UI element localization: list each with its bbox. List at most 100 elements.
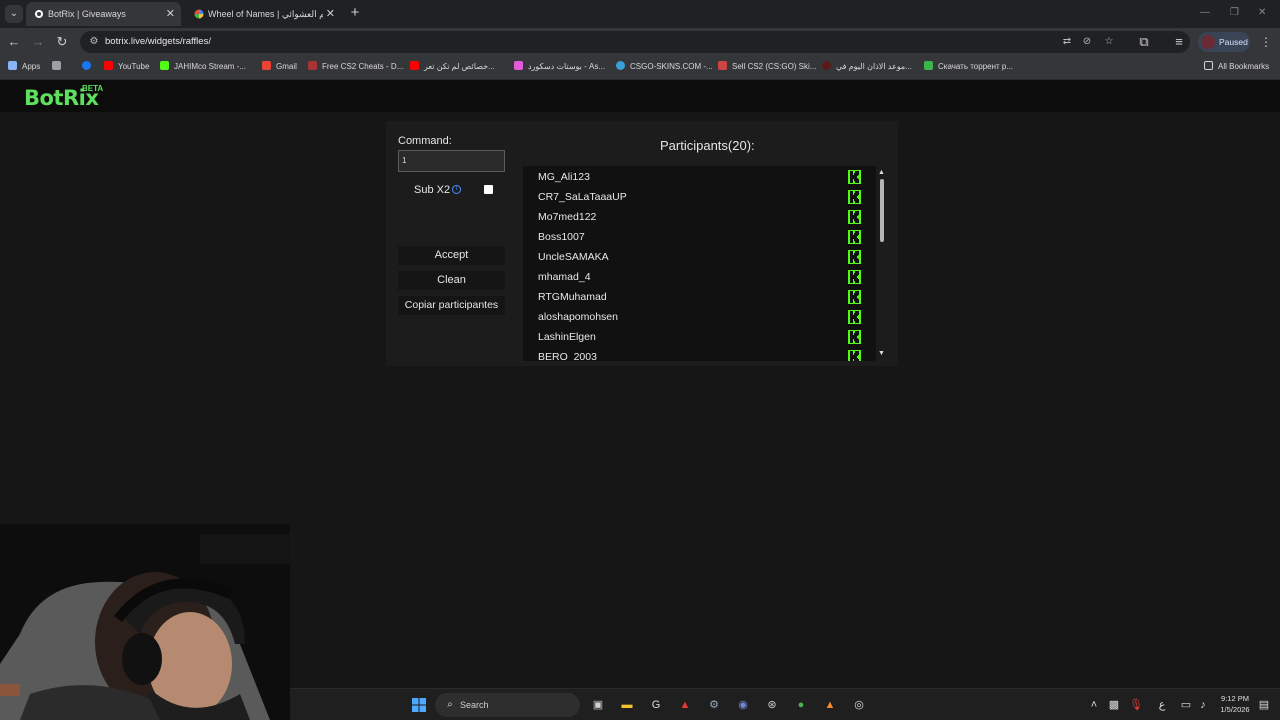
prayer-icon <box>822 61 831 70</box>
bookmark-jahimco[interactable]: JAHIMco Stream -... <box>160 56 246 80</box>
arc-app-icon[interactable]: ▲ <box>677 697 693 713</box>
participant-name: RTGMuhamad <box>538 291 607 303</box>
participant-row: RTGMuhamad <box>523 287 863 307</box>
notifications-icon[interactable]: ▤ <box>1256 697 1272 713</box>
reload-icon[interactable]: ↻ <box>54 34 70 50</box>
volume-icon[interactable]: ♪ <box>1195 697 1211 713</box>
participant-row: MG_Ali123 <box>523 167 863 187</box>
bookmark-cs2-cheats[interactable]: Free CS2 Cheats - D... <box>308 56 403 80</box>
cs2-icon[interactable]: ⊛ <box>764 697 780 713</box>
bookmark-csgo-skins[interactable]: CSGO-SKINS.COM -... <box>616 56 713 80</box>
scroll-up-arrow-icon[interactable]: ▲ <box>877 169 886 177</box>
tab-botrix[interactable]: BotRix | Giveaways ✕ <box>26 2 181 26</box>
bookmark-gmail[interactable]: Gmail <box>262 56 297 80</box>
participant-name: Boss1007 <box>538 231 585 243</box>
profile-button[interactable]: Paused <box>1198 32 1250 52</box>
bookmark-facebook[interactable] <box>82 56 96 80</box>
tab-search-button[interactable]: ⌄ <box>5 5 23 23</box>
translate-icon[interactable]: ⇄ <box>1060 35 1074 49</box>
chrome-icon[interactable]: ● <box>793 697 809 713</box>
participant-name: CR7_SaLaTaaaUP <box>538 191 627 203</box>
tab-title: BotRix | Giveaways <box>48 9 126 19</box>
back-icon[interactable]: ← <box>6 34 22 50</box>
bookmark-prayer-times[interactable]: موعد الاذان اليوم في... <box>822 56 912 80</box>
minimize-icon[interactable]: — <box>1200 7 1210 18</box>
tab-favicon-icon <box>35 10 43 18</box>
address-url[interactable]: botrix.live/widgets/raffles/ <box>105 31 211 53</box>
vlc-icon[interactable]: ▲ <box>822 697 838 713</box>
bookmark-youtube[interactable]: YouTube <box>104 56 149 80</box>
command-label: Command: <box>398 135 452 147</box>
taskbar-search[interactable]: ⌕ Search <box>435 693 580 717</box>
accept-button[interactable]: Accept <box>398 246 505 265</box>
participant-name: BERO_2003 <box>538 351 597 361</box>
wheel-favicon-icon <box>194 9 204 19</box>
participants-list[interactable]: MG_Ali123 CR7_SaLaTaaaUP Mo7med122 Boss1… <box>523 166 876 361</box>
tab-wheel-of-names[interactable]: Wheel of Names | قسم العشوائي ✕ <box>186 2 341 26</box>
folder-icon <box>1204 61 1213 70</box>
extensions-icon[interactable]: ⧉ <box>1136 34 1152 50</box>
file-explorer-icon[interactable]: ▬ <box>619 697 635 713</box>
csgo-skins-icon <box>616 61 625 70</box>
participant-row: aloshapomohsen <box>523 307 863 327</box>
windows-start-icon[interactable] <box>411 697 427 713</box>
bookmarks-bar: Apps YouTube JAHIMco Stream -... Gmail F… <box>0 56 1280 80</box>
new-tab-button[interactable]: + <box>346 4 364 22</box>
participant-name: MG_Ali123 <box>538 171 590 183</box>
bookmark-star-icon[interactable]: ☆ <box>1102 35 1116 49</box>
logitech-icon[interactable]: G <box>648 697 664 713</box>
task-view-icon[interactable]: ▣ <box>590 697 606 713</box>
network-icon[interactable]: ▭ <box>1178 697 1194 713</box>
participant-name: mhamad_4 <box>538 271 591 283</box>
tab-close-icon[interactable]: ✕ <box>326 2 335 26</box>
kick-icon <box>848 330 861 344</box>
forward-icon[interactable]: → <box>30 34 46 50</box>
close-window-icon[interactable]: ✕ <box>1258 7 1266 18</box>
address-bar[interactable]: ⚙ botrix.live/widgets/raffles/ ⇄ ⊘ ☆ <box>80 31 1190 53</box>
obs-icon[interactable]: ◎ <box>851 697 867 713</box>
browser-menu-icon[interactable]: ⋮ <box>1260 34 1272 50</box>
bookmark-grid[interactable] <box>52 56 66 80</box>
input-language[interactable]: ع <box>1154 697 1170 713</box>
info-icon[interactable]: i <box>452 185 461 194</box>
discord-icon[interactable]: ◉ <box>735 697 751 713</box>
kick-icon <box>848 290 861 304</box>
bookmark-sell-cs2[interactable]: Sell CS2 (CS:GO) Ski... <box>718 56 816 80</box>
bookmark-torrent[interactable]: Скачать торрент р... <box>924 56 1013 80</box>
participant-name: LashinElgen <box>538 331 596 343</box>
tray-chevron-icon[interactable]: ˄ <box>1086 697 1102 713</box>
bookmark-apps[interactable]: Apps <box>8 56 40 80</box>
tray-app-icon[interactable]: ▩ <box>1106 697 1122 713</box>
reading-list-icon[interactable]: ≡ <box>1171 34 1187 50</box>
participants-scrollbar[interactable]: ▲ ▼ <box>877 167 886 362</box>
site-info-icon[interactable]: ⚙ <box>87 35 101 49</box>
bookmark-discord-posts[interactable]: بوستات دسكورد - As... <box>514 56 605 80</box>
clean-button[interactable]: Clean <box>398 271 505 290</box>
scroll-thumb[interactable] <box>880 179 884 242</box>
facebook-icon <box>82 61 91 70</box>
sub-x2-checkbox[interactable] <box>484 185 493 194</box>
participant-row: Mo7med122 <box>523 207 863 227</box>
avatar <box>1201 35 1215 49</box>
participant-row: Boss1007 <box>523 227 863 247</box>
restore-icon[interactable]: ❐ <box>1230 7 1239 18</box>
kick-icon <box>848 210 861 224</box>
microphone-icon[interactable]: 🎙 <box>1128 697 1144 713</box>
participant-row: BERO_2003 <box>523 347 863 361</box>
participant-name: Mo7med122 <box>538 211 597 223</box>
torrent-icon <box>924 61 933 70</box>
participant-name: aloshapomohsen <box>538 311 618 323</box>
tab-close-icon[interactable]: ✕ <box>166 2 175 26</box>
browser-tabbar: ⌄ BotRix | Giveaways ✕ Wheel of Names | … <box>0 0 1280 28</box>
bookmark-arabic-features[interactable]: خصائص لم تكن تعر... <box>410 56 495 80</box>
steam-icon[interactable]: ⚙ <box>706 697 722 713</box>
bookmark-all[interactable]: All Bookmarks <box>1204 56 1269 80</box>
system-clock[interactable]: 9:12 PM 1/5/2026 <box>1215 693 1255 715</box>
command-input[interactable]: 1 <box>398 150 505 172</box>
kick-icon <box>160 61 169 70</box>
site-header: BotRix BETA <box>0 80 1280 112</box>
scroll-down-arrow-icon[interactable]: ▼ <box>877 350 886 358</box>
eye-off-icon[interactable]: ⊘ <box>1080 35 1094 49</box>
copy-participants-button[interactable]: Copiar participantes <box>398 296 505 315</box>
participant-row: mhamad_4 <box>523 267 863 287</box>
